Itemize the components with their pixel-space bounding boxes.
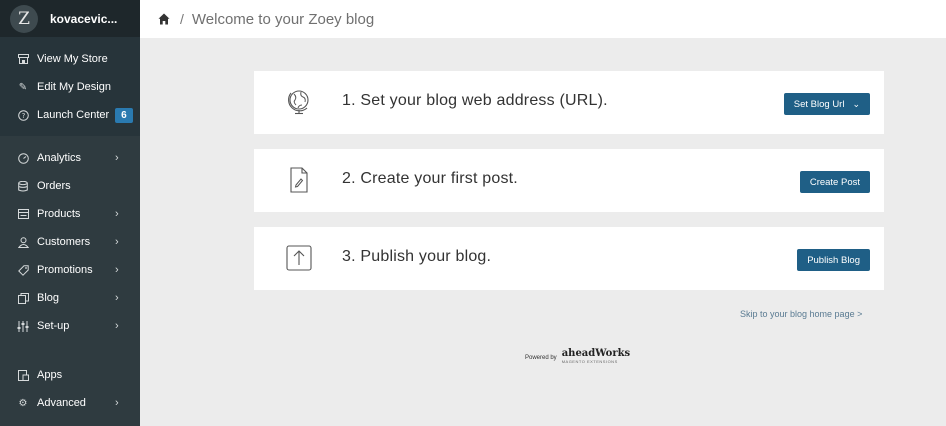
sliders-icon	[17, 320, 29, 332]
sidebar-item-analytics[interactable]: Analytics ›	[0, 144, 140, 172]
sidebar-item-orders[interactable]: Orders	[0, 172, 140, 200]
sidebar-item-advanced[interactable]: ⚙ Advanced ›	[0, 389, 140, 417]
sidebar-main-group: Analytics › Orders Products › Customers …	[0, 136, 140, 340]
chevron-right-icon: ›	[115, 320, 119, 332]
sidebar-item-view-my-store[interactable]: View My Store	[0, 45, 140, 73]
gauge-icon	[17, 152, 29, 164]
sidebar-item-products[interactable]: Products ›	[0, 200, 140, 228]
zoey-logo: Z	[10, 4, 38, 33]
sidebar-item-label: Promotions	[37, 264, 93, 276]
chevron-right-icon: ›	[115, 264, 119, 276]
aheadworks-tagline: MAGENTO EXTENSIONS	[561, 359, 618, 364]
step-text: 3. Publish your blog.	[342, 248, 492, 265]
page-title: Welcome to your Zoey blog	[191, 10, 375, 28]
breadcrumb-separator: /	[180, 11, 184, 27]
step-card-create-post: 2. Create your first post. Create Post	[254, 149, 884, 212]
launch-center-badge: 6	[115, 107, 133, 123]
step-card-publish-blog: 3. Publish your blog. Publish Blog	[254, 227, 884, 290]
sidebar-item-customers[interactable]: Customers ›	[0, 228, 140, 256]
aheadworks-logo: aheadWorks MAGENTO EXTENSIONS	[561, 348, 631, 365]
button-label: Create Post	[809, 176, 860, 188]
sidebar-item-blog[interactable]: Blog ›	[0, 284, 140, 312]
step-text: 2. Create your first post.	[342, 170, 518, 187]
svg-text:?: ?	[21, 112, 25, 120]
sidebar-item-label: Products	[37, 208, 81, 220]
breadcrumb: / Welcome to your Zoey blog	[140, 0, 946, 38]
sidebar-item-label: Launch Center	[37, 109, 110, 121]
sidebar-item-promotions[interactable]: Promotions ›	[0, 256, 140, 284]
chevron-right-icon: ›	[115, 292, 119, 304]
sidebar-item-edit-my-design[interactable]: ✎ Edit My Design	[0, 73, 140, 101]
sidebar-item-label: Customers	[37, 236, 91, 248]
sidebar-bottom-group: Apps ⚙ Advanced ›	[0, 361, 140, 417]
chevron-right-icon: ›	[115, 208, 119, 220]
chevron-down-icon: ⌄	[852, 98, 860, 109]
store-icon	[17, 53, 29, 65]
apps-icon	[17, 369, 29, 381]
tag-icon	[17, 264, 29, 276]
sidebar-item-launch-center[interactable]: ? Launch Center 6	[0, 101, 140, 129]
gear-icon: ⚙	[18, 397, 28, 409]
publish-blog-button[interactable]: Publish Blog	[797, 249, 870, 271]
globe-icon	[288, 90, 309, 115]
sidebar-item-set-up[interactable]: Set-up ›	[0, 312, 140, 340]
upload-icon	[286, 245, 312, 271]
pencil-icon: ✎	[18, 81, 28, 93]
button-label: Publish Blog	[807, 254, 860, 266]
create-post-button[interactable]: Create Post	[799, 171, 870, 193]
sidebar-top-group: View My Store ✎ Edit My Design ? Launch …	[0, 37, 140, 136]
sidebar-item-label: Set-up	[37, 320, 70, 332]
sidebar-item-label: View My Store	[37, 53, 108, 65]
sidebar-item-apps[interactable]: Apps	[0, 361, 140, 389]
chevron-right-icon: ›	[115, 236, 119, 248]
powered-by-footer: Powered by aheadWorks MAGENTO EXTENSIONS	[525, 348, 631, 365]
store-switcher[interactable]: Z kovacevic...	[0, 0, 140, 37]
chevron-right-icon: ›	[115, 397, 119, 409]
store-name: kovacevic...	[50, 11, 118, 26]
step-text: 1. Set your blog web address (URL).	[342, 92, 608, 109]
sidebar-item-label: Advanced	[37, 397, 86, 409]
sidebar: Z kovacevic... View My Store ✎ Edit My D…	[0, 0, 140, 426]
step-card-set-url: 1. Set your blog web address (URL). Set …	[254, 71, 884, 134]
database-icon	[17, 180, 29, 192]
set-blog-url-button[interactable]: Set Blog Url ⌄	[783, 93, 870, 115]
button-label: Set Blog Url	[793, 98, 845, 110]
sidebar-item-label: Orders	[37, 180, 71, 192]
sidebar-item-label: Blog	[37, 292, 60, 304]
home-icon[interactable]	[158, 13, 170, 25]
list-icon	[17, 208, 29, 220]
aheadworks-brand: aheadWorks	[561, 348, 631, 359]
powered-by-label: Powered by	[525, 355, 557, 361]
sidebar-item-label: Analytics	[37, 152, 82, 164]
question-icon: ?	[17, 109, 29, 121]
chevron-right-icon: ›	[115, 152, 119, 164]
document-edit-icon	[290, 167, 308, 193]
skip-to-blog-home-link[interactable]: Skip to your blog home page >	[740, 309, 862, 319]
users-icon	[17, 236, 29, 248]
sidebar-item-label: Edit My Design	[37, 81, 111, 93]
copy-icon	[17, 292, 29, 304]
sidebar-item-label: Apps	[37, 369, 63, 381]
